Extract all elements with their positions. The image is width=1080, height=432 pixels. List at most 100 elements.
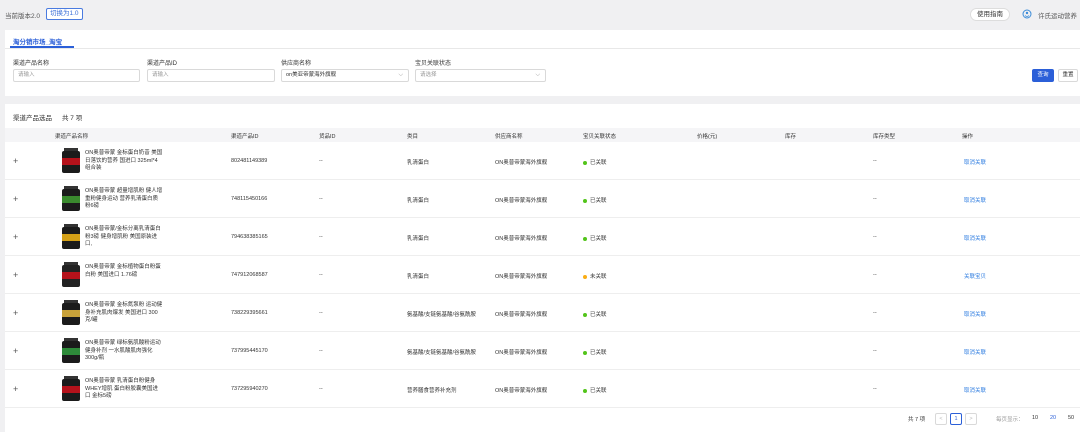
page-size-20[interactable]: 20 <box>1050 415 1056 421</box>
row-action-link[interactable]: 取消关联 <box>964 310 986 318</box>
product-thumbnail <box>62 300 80 325</box>
section-separator <box>5 96 1080 104</box>
category: 乳清蛋白 <box>407 198 430 204</box>
tab-taobao-distribution[interactable]: 淘分销市场_淘宝 <box>13 36 62 46</box>
product-id-input[interactable]: 请输入 <box>147 69 275 82</box>
supplier-value: on美亚帝蒙海外旗舰 <box>286 72 337 78</box>
col-category: 类目 <box>407 134 419 140</box>
supplier-name: ON奥普帝蒙海外旗舰 <box>495 388 548 394</box>
category: 乳清蛋白 <box>407 236 430 242</box>
stock-type: -- <box>873 310 877 316</box>
stock-type: -- <box>873 348 877 354</box>
list-count: 共 7 项 <box>62 115 83 122</box>
expand-row-icon[interactable]: + <box>13 195 18 204</box>
version-switch-button[interactable]: 切换为1.0 <box>46 8 83 20</box>
goods-id: -- <box>319 272 323 278</box>
chevron-down-icon: ⌵ <box>535 72 540 78</box>
col-stock: 库存 <box>785 134 797 140</box>
goods-id: -- <box>319 348 323 354</box>
product-name-placeholder: 请输入 <box>18 72 35 78</box>
row-action-link[interactable]: 关联宝贝 <box>964 272 986 280</box>
supplier-select[interactable]: on美亚帝蒙海外旗舰 ⌵ <box>281 69 409 82</box>
stock-type: -- <box>873 196 877 202</box>
row-action-link[interactable]: 取消关联 <box>964 158 986 166</box>
reset-button[interactable]: 重置 <box>1058 69 1078 82</box>
table-row: + ON奥普帝蒙/金标分离乳清蛋白粉3磅 健身增肌粉 美国原装进口, 7946383… <box>5 218 1080 256</box>
expand-row-icon[interactable]: + <box>13 385 18 394</box>
status-dot-icon <box>583 388 587 393</box>
product-id: 794638385165 <box>231 234 268 240</box>
link-status: 已关联 <box>583 234 607 242</box>
supplier-name: ON奥普帝蒙海外旗舰 <box>495 312 548 318</box>
product-name: ON奥普帝蒙 金标蛋白奶昔 美国日落饮的营养 国进口 325ml*4组合装 <box>85 150 163 171</box>
search-button[interactable]: 查询 <box>1032 69 1054 82</box>
link-status: 已关联 <box>583 158 607 166</box>
col-supplier: 供应商名称 <box>495 134 523 140</box>
expand-row-icon[interactable]: + <box>13 347 18 356</box>
link-status-text: 已关联 <box>590 198 607 204</box>
user-guide-button[interactable]: 使用指南 <box>970 8 1010 21</box>
goods-id: -- <box>319 234 323 240</box>
user-name[interactable]: 许氏运动营养 <box>1038 10 1077 20</box>
table-row: + ON奥普帝蒙 金标氮泵粉 运动健身补充肌肉爆发 美国进口 300克/罐 7382… <box>5 294 1080 332</box>
status-dot-icon <box>583 160 587 165</box>
col-goods-id: 货品ID <box>319 134 336 140</box>
link-status: 已关联 <box>583 310 607 318</box>
link-status-text: 已关联 <box>590 312 607 318</box>
stock-type: -- <box>873 158 877 164</box>
link-status-text: 已关联 <box>590 236 607 242</box>
link-status-text: 已关联 <box>590 388 607 394</box>
expand-row-icon[interactable]: + <box>13 233 18 242</box>
expand-row-icon[interactable]: + <box>13 157 18 166</box>
product-id: 737295940270 <box>231 386 268 392</box>
shop-user-icon[interactable] <box>1022 9 1032 19</box>
product-thumbnail <box>62 338 80 363</box>
table-row: + ON奥普帝蒙 金标蛋白奶昔 美国日落饮的营养 国进口 325ml*4组合装 80… <box>5 142 1080 180</box>
pager-total: 共 7 项 <box>908 417 926 423</box>
table-row: + ON奥普帝蒙 金标植物蛋白粉蛋白粉 美国进口 1.76磅 74791206858… <box>5 256 1080 294</box>
status-dot-icon <box>583 274 587 279</box>
expand-row-icon[interactable]: + <box>13 309 18 318</box>
col-link-status: 宝贝关联状态 <box>583 134 617 140</box>
product-name-input[interactable]: 请输入 <box>13 69 140 82</box>
product-thumbnail <box>62 148 80 173</box>
product-id: 737995445170 <box>231 348 268 354</box>
product-name: ON奥普帝蒙 超量增肌粉 健人增重粉健身运动 营养乳清蛋白质粉6磅 <box>85 188 163 209</box>
link-status: 已关联 <box>583 348 607 356</box>
link-status-text: 未关联 <box>590 274 607 280</box>
page-number-button[interactable]: 1 <box>950 413 962 425</box>
link-status-select[interactable]: 请选择 ⌵ <box>415 69 546 82</box>
row-action-link[interactable]: 取消关联 <box>964 196 986 204</box>
row-action-link[interactable]: 取消关联 <box>964 234 986 242</box>
table-row: + ON奥普帝蒙 绿标氨肌酸粉运动健身补剂 一水肌酸肌肉强化 300g/瓶 7379… <box>5 332 1080 370</box>
link-status-label: 宝贝关联状态 <box>415 61 452 67</box>
product-name: ON奥普帝蒙 金标植物蛋白粉蛋白粉 美国进口 1.76磅 <box>85 264 161 278</box>
goods-id: -- <box>319 386 323 392</box>
category: 氨基酸/支链氨基酸/谷氨酰胺 <box>407 350 477 356</box>
col-product-id: 渠道产品ID <box>231 134 259 140</box>
row-action-link[interactable]: 取消关联 <box>964 348 986 356</box>
product-name: ON奥普帝蒙 绿标氨肌酸粉运动健身补剂 一水肌酸肌肉强化 300g/瓶 <box>85 340 161 361</box>
category: 乳清蛋白 <box>407 160 430 166</box>
row-action-link[interactable]: 取消关联 <box>964 386 986 394</box>
prev-page-button[interactable]: < <box>935 413 947 425</box>
version-label: 当前版本2.0 <box>5 13 41 20</box>
page-size-10[interactable]: 10 <box>1032 415 1038 421</box>
supplier-name: ON奥普帝蒙海外旗舰 <box>495 160 548 166</box>
next-page-button[interactable]: > <box>965 413 977 425</box>
product-id: 747912068587 <box>231 272 268 278</box>
stock-type: -- <box>873 234 877 240</box>
supplier-name: ON奥普帝蒙海外旗舰 <box>495 274 548 280</box>
link-status: 已关联 <box>583 386 607 394</box>
expand-row-icon[interactable]: + <box>13 271 18 280</box>
product-id: 748115450166 <box>231 196 268 202</box>
product-thumbnail <box>62 376 80 401</box>
product-id: 738229395661 <box>231 310 268 316</box>
supplier-name: ON奥普帝蒙海外旗舰 <box>495 198 548 204</box>
category: 氨基酸/支链氨基酸/谷氨酰胺 <box>407 312 477 318</box>
page-size-50[interactable]: 50 <box>1068 415 1074 421</box>
status-dot-icon <box>583 350 587 355</box>
category: 乳清蛋白 <box>407 274 430 280</box>
status-dot-icon <box>583 198 587 203</box>
goods-id: -- <box>319 196 323 202</box>
